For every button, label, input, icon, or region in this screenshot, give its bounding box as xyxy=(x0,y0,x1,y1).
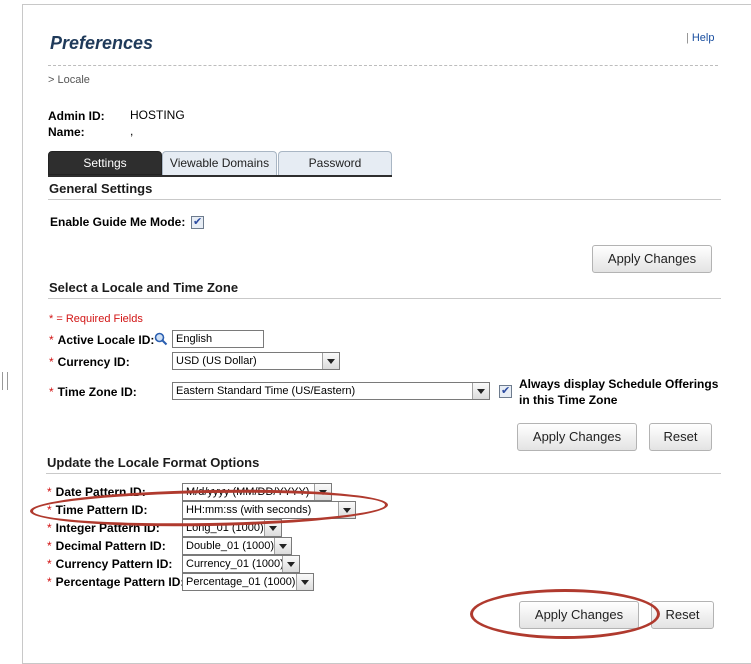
help-separator: | xyxy=(686,32,689,44)
locale-apply-button[interactable]: Apply Changes xyxy=(517,423,637,451)
active-locale-label: * Active Locale ID: xyxy=(49,333,155,347)
admin-id-value: HOSTING xyxy=(130,108,185,122)
chevron-down-icon xyxy=(274,538,291,554)
percentage-pattern-select[interactable]: Percentage_01 (1000) xyxy=(182,573,314,591)
chevron-down-icon xyxy=(282,556,299,572)
breadcrumb[interactable]: > Locale xyxy=(48,74,90,86)
active-locale-input[interactable]: English xyxy=(172,330,264,348)
resize-handle[interactable] xyxy=(2,372,8,390)
format-section-divider xyxy=(46,473,721,474)
page-title: Preferences xyxy=(50,33,154,53)
help-link-wrapper: | Help xyxy=(686,32,714,44)
general-apply-button[interactable]: Apply Changes xyxy=(592,245,712,273)
chevron-down-icon xyxy=(296,574,313,590)
always-display-label: Always display Schedule Offerings in this… xyxy=(519,377,719,407)
header-divider xyxy=(48,65,718,66)
currency-id-label: * Currency ID: xyxy=(49,355,130,369)
format-section-heading: Update the Locale Format Options xyxy=(47,455,260,470)
help-link[interactable]: Help xyxy=(692,32,715,44)
locale-section-heading: Select a Locale and Time Zone xyxy=(49,280,239,295)
decimal-pattern-label: * Decimal Pattern ID: xyxy=(47,539,166,553)
percentage-pattern-label: * Percentage Pattern ID: xyxy=(47,575,185,589)
guide-me-checkbox[interactable] xyxy=(191,215,204,229)
required-fields-note: * = Required Fields xyxy=(49,313,143,325)
annotation-oval-apply xyxy=(470,589,660,639)
time-zone-select[interactable]: Eastern Standard Time (US/Eastern) xyxy=(172,382,490,400)
general-settings-divider xyxy=(48,199,721,200)
search-icon[interactable] xyxy=(154,332,168,346)
currency-pattern-label: * Currency Pattern ID: xyxy=(47,557,173,571)
chevron-down-icon xyxy=(322,353,339,369)
name-value: , xyxy=(130,124,134,138)
format-reset-button[interactable]: Reset xyxy=(651,601,714,629)
chevron-down-icon xyxy=(472,383,489,399)
locale-reset-button[interactable]: Reset xyxy=(649,423,712,451)
tab-password[interactable]: Password xyxy=(278,151,392,175)
tab-settings[interactable]: Settings xyxy=(48,151,162,175)
admin-id-label: Admin ID: xyxy=(48,109,105,123)
locale-section-divider xyxy=(48,298,721,299)
time-zone-label: * Time Zone ID: xyxy=(49,385,137,399)
decimal-pattern-select[interactable]: Double_01 (1000) xyxy=(182,537,292,555)
tab-viewable-domains[interactable]: Viewable Domains xyxy=(162,151,277,175)
currency-pattern-select[interactable]: Currency_01 (1000) xyxy=(182,555,300,573)
currency-id-select[interactable]: USD (US Dollar) xyxy=(172,352,340,370)
always-display-checkbox[interactable] xyxy=(499,384,512,398)
name-label: Name: xyxy=(48,125,85,139)
general-settings-heading: General Settings xyxy=(49,181,153,196)
tab-underline xyxy=(48,175,392,177)
guide-me-label: Enable Guide Me Mode: xyxy=(50,215,186,229)
